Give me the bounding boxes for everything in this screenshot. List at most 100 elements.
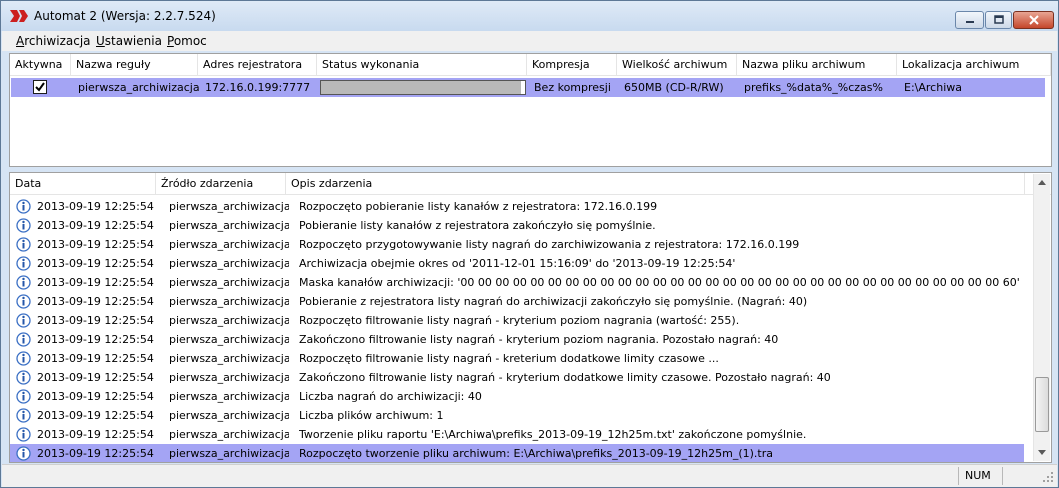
event-date: 2013-09-19 12:25:54 [37, 428, 154, 441]
info-icon [16, 237, 31, 252]
event-row[interactable]: 2013-09-19 12:25:54 pierwsza_archiwizacja… [10, 368, 1024, 387]
rule-filename: prefiks_%data%_%czas% [744, 81, 883, 94]
vertical-scrollbar[interactable] [1033, 174, 1050, 461]
event-row[interactable]: 2013-09-19 12:25:54 pierwsza_archiwizacja… [10, 216, 1024, 235]
event-source: pierwsza_archiwizacja [169, 238, 289, 251]
event-row[interactable]: 2013-09-19 12:25:54 pierwsza_archiwizacja… [10, 349, 1024, 368]
col-nazwa-reguly[interactable]: Nazwa reguły [71, 54, 198, 76]
event-description: Pobieranie z rejestratora listy nagrań d… [299, 295, 808, 308]
event-date: 2013-09-19 12:25:54 [37, 352, 154, 365]
rule-row[interactable]: pierwsza_archiwizacja 172.16.0.199:7777 … [11, 78, 1045, 97]
menu-bar: Archiwizacja Ustawienia Pomoc [2, 31, 1057, 51]
checkmark-icon [35, 82, 45, 92]
col-zrodlo[interactable]: Źródło zdarzenia [156, 173, 286, 195]
scroll-down-button[interactable] [1034, 444, 1050, 460]
event-date: 2013-09-19 12:25:54 [37, 371, 154, 384]
event-date: 2013-09-19 12:25:54 [37, 409, 154, 422]
event-source: pierwsza_archiwizacja [169, 295, 289, 308]
rules-list[interactable]: Aktywna Nazwa reguły Adres rejestratora … [9, 53, 1052, 167]
info-icon [16, 313, 31, 328]
event-description: Zakończono filtrowanie listy nagrań - kr… [299, 333, 779, 346]
scroll-up-button[interactable] [1034, 174, 1050, 190]
event-row[interactable]: 2013-09-19 12:25:54 pierwsza_archiwizacja… [10, 444, 1024, 462]
active-checkbox[interactable] [33, 80, 47, 94]
event-date: 2013-09-19 12:25:54 [37, 238, 154, 251]
info-icon [16, 427, 31, 442]
info-icon [16, 332, 31, 347]
window-title: Automat 2 (Wersja: 2.2.7.524) [34, 9, 216, 23]
col-opis[interactable]: Opis zdarzenia [286, 173, 1025, 195]
event-description: Pobieranie listy kanałów z rejestratora … [299, 219, 656, 232]
event-source: pierwsza_archiwizacja [169, 390, 289, 403]
info-icon [16, 294, 31, 309]
resize-grip-icon[interactable] [1042, 471, 1054, 483]
status-bar: NUM [2, 464, 1057, 487]
rule-address: 172.16.0.199:7777 [205, 81, 311, 94]
info-icon [16, 275, 31, 290]
menu-pomoc[interactable]: Pomoc [167, 34, 207, 48]
event-source: pierwsza_archiwizacja [169, 314, 289, 327]
event-date: 2013-09-19 12:25:54 [37, 219, 154, 232]
restore-icon [993, 15, 1004, 24]
event-row[interactable]: 2013-09-19 12:25:54 pierwsza_archiwizacja… [10, 235, 1024, 254]
col-wielkosc-archiwum[interactable]: Wielkość archiwum [617, 54, 737, 76]
col-nazwa-pliku[interactable]: Nazwa pliku archiwum [737, 54, 897, 76]
info-icon [16, 351, 31, 366]
maximize-button[interactable] [985, 11, 1012, 29]
event-description: Zakończono filtrowanie listy nagrań - kr… [299, 371, 831, 384]
status-panel-separator [1002, 467, 1003, 485]
event-description: Tworzenie pliku raportu 'E:\Archiwa\pref… [299, 428, 807, 441]
close-button[interactable] [1013, 11, 1054, 29]
event-source: pierwsza_archiwizacja [169, 447, 289, 460]
event-source: pierwsza_archiwizacja [169, 200, 289, 213]
event-date: 2013-09-19 12:25:54 [37, 257, 154, 270]
event-description: Archiwizacja obejmie okres od '2011-12-0… [299, 257, 736, 270]
col-adres-rejestratora[interactable]: Adres rejestratora [198, 54, 317, 76]
col-status-wykonania[interactable]: Status wykonania [317, 54, 527, 76]
info-icon [16, 218, 31, 233]
info-icon [16, 408, 31, 423]
progress-fill [321, 81, 521, 94]
event-date: 2013-09-19 12:25:54 [37, 276, 154, 289]
minimize-icon [965, 21, 974, 23]
rule-name: pierwsza_archiwizacja [78, 81, 199, 94]
menu-ustawienia[interactable]: Ustawienia [96, 34, 162, 48]
event-source: pierwsza_archiwizacja [169, 219, 289, 232]
close-icon [1028, 15, 1039, 25]
event-row[interactable]: 2013-09-19 12:25:54 pierwsza_archiwizacja… [10, 406, 1024, 425]
event-date: 2013-09-19 12:25:54 [37, 447, 154, 460]
events-header: Data Źródło zdarzenia Opis zdarzenia [10, 173, 1051, 195]
menu-archiwizacja[interactable]: Archiwizacja [16, 34, 91, 48]
info-icon [16, 199, 31, 214]
event-description: Rozpoczęto tworzenie pliku archiwum: E:\… [299, 447, 773, 460]
num-lock-indicator: NUM [965, 469, 991, 482]
event-row[interactable]: 2013-09-19 12:25:54 pierwsza_archiwizacja… [10, 292, 1024, 311]
event-row[interactable]: 2013-09-19 12:25:54 pierwsza_archiwizacja… [10, 273, 1024, 292]
event-source: pierwsza_archiwizacja [169, 371, 289, 384]
event-description: Liczba plików archiwum: 1 [299, 409, 444, 422]
event-row[interactable]: 2013-09-19 12:25:54 pierwsza_archiwizacja… [10, 311, 1024, 330]
info-icon [16, 446, 31, 461]
event-row[interactable]: 2013-09-19 12:25:54 pierwsza_archiwizacja… [10, 254, 1024, 273]
event-source: pierwsza_archiwizacja [169, 352, 289, 365]
event-row[interactable]: 2013-09-19 12:25:54 pierwsza_archiwizacja… [10, 197, 1024, 216]
event-source: pierwsza_archiwizacja [169, 333, 289, 346]
rule-location: E:\Archiwa [904, 81, 962, 94]
event-row[interactable]: 2013-09-19 12:25:54 pierwsza_archiwizacja… [10, 425, 1024, 444]
event-row[interactable]: 2013-09-19 12:25:54 pierwsza_archiwizacja… [10, 387, 1024, 406]
event-source: pierwsza_archiwizacja [169, 409, 289, 422]
col-aktywna[interactable]: Aktywna [10, 54, 71, 76]
col-lokalizacja[interactable]: Lokalizacja archiwum [897, 54, 1051, 76]
minimize-button[interactable] [955, 11, 984, 29]
scroll-thumb[interactable] [1035, 377, 1049, 432]
status-panel-separator [958, 467, 959, 485]
info-icon [16, 370, 31, 385]
col-data[interactable]: Data [10, 173, 156, 195]
events-log[interactable]: Data Źródło zdarzenia Opis zdarzenia 201… [9, 172, 1052, 463]
event-source: pierwsza_archiwizacja [169, 276, 289, 289]
event-source: pierwsza_archiwizacja [169, 428, 289, 441]
col-kompresja[interactable]: Kompresja [527, 54, 617, 76]
event-row[interactable]: 2013-09-19 12:25:54 pierwsza_archiwizacja… [10, 330, 1024, 349]
title-bar[interactable]: Automat 2 (Wersja: 2.2.7.524) [1, 1, 1058, 31]
info-icon [16, 256, 31, 271]
